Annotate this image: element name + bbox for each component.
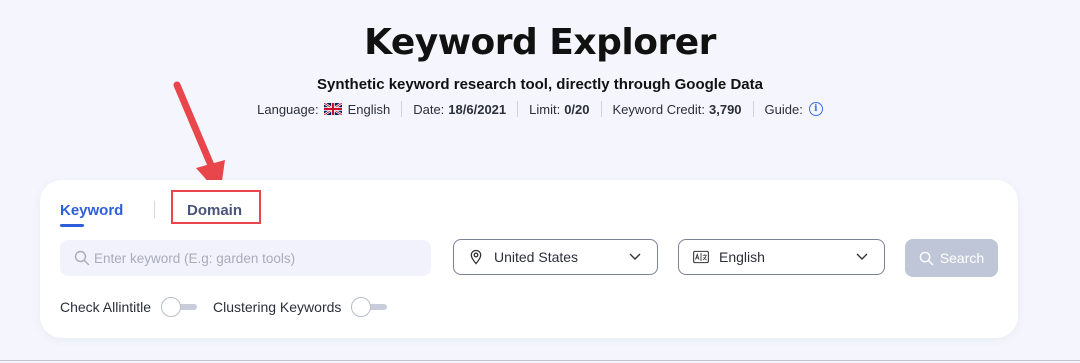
meta-limit: Limit: 0/20 [518, 102, 600, 117]
clustering-toggle-row: Clustering Keywords [213, 297, 388, 317]
tab-keyword[interactable]: Keyword [60, 202, 124, 227]
guide-label: Guide: [764, 101, 803, 117]
search-card: Keyword Domain United States English [40, 180, 1018, 338]
allintitle-toggle-row: Check Allintitle [60, 297, 198, 317]
clustering-label: Clustering Keywords [213, 299, 342, 315]
limit-label: Limit: [529, 101, 561, 117]
toggle-knob [351, 297, 372, 317]
tab-keyword-label: Keyword [60, 202, 124, 219]
page-title: Keyword Explorer [364, 22, 716, 63]
credit-label: Keyword Credit: [612, 101, 705, 117]
search-button[interactable]: Search [905, 239, 998, 277]
tab-divider [154, 201, 155, 218]
toggle-knob [161, 297, 182, 317]
language-label: Language: [257, 101, 319, 117]
language-select[interactable]: English [678, 239, 885, 275]
allintitle-toggle[interactable] [161, 297, 198, 317]
date-label: Date: [413, 101, 445, 117]
credit-value: 3,790 [709, 101, 742, 117]
search-icon [919, 251, 934, 265]
chevron-down-icon [856, 253, 868, 260]
clustering-toggle[interactable] [351, 297, 388, 317]
active-tab-indicator [60, 224, 84, 227]
meta-date: Date: 18/6/2021 [402, 102, 517, 117]
tab-domain-label: Domain [187, 202, 243, 219]
search-button-label: Search [939, 250, 985, 266]
meta-credit: Keyword Credit: 3,790 [602, 102, 753, 117]
language-value: English [347, 101, 391, 117]
location-pin-icon [470, 249, 482, 265]
language-select-value: English [719, 249, 765, 265]
date-value: 18/6/2021 [448, 101, 507, 117]
limit-value: 0/20 [564, 101, 590, 117]
tab-domain[interactable]: Domain [187, 202, 242, 219]
meta-guide[interactable]: Guide: i [754, 102, 834, 117]
country-select-value: United States [494, 249, 579, 265]
uk-flag-icon [323, 103, 342, 115]
keyword-search-field[interactable] [60, 240, 431, 276]
search-icon [74, 250, 90, 266]
allintitle-label: Check Allintitle [60, 299, 152, 315]
bottom-divider [0, 360, 1080, 361]
keyword-input[interactable] [94, 250, 424, 266]
info-icon[interactable]: i [808, 102, 823, 116]
meta-language: Language: English [246, 102, 401, 117]
chevron-down-icon [629, 253, 641, 260]
country-select[interactable]: United States [453, 239, 658, 275]
translate-icon [693, 250, 709, 264]
